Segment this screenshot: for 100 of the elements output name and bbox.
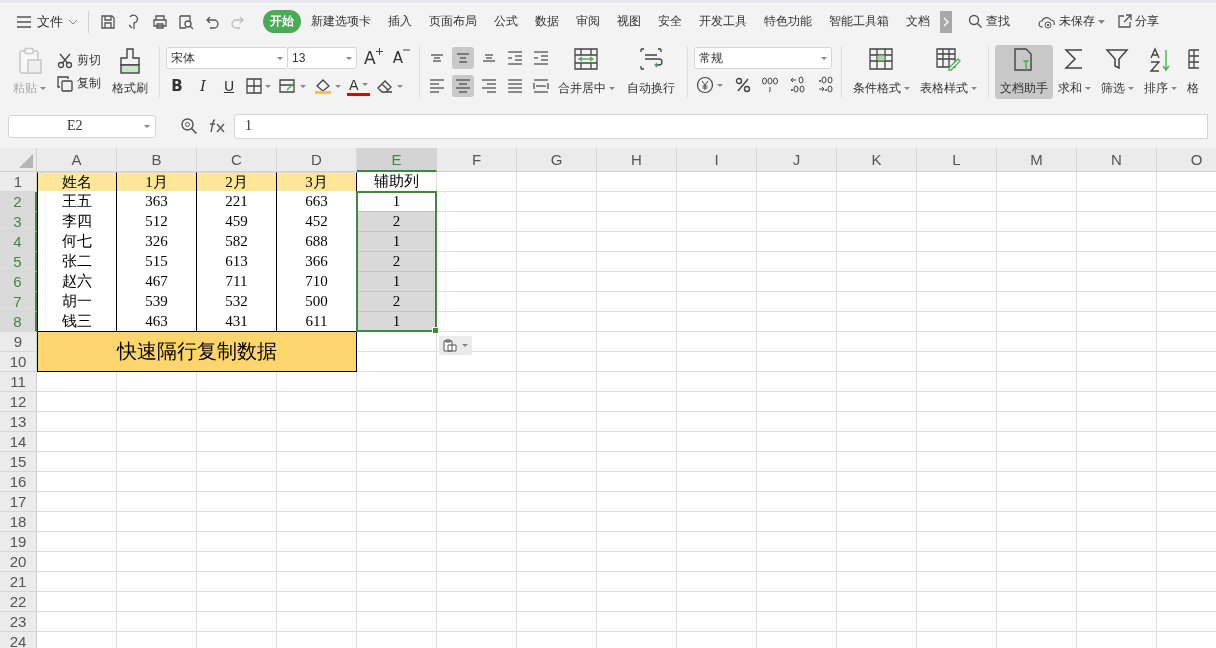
row-header[interactable]: 23 — [0, 612, 37, 632]
row-header[interactable]: 21 — [0, 572, 37, 592]
table-cell: 326 — [117, 231, 197, 252]
table-icon — [1186, 47, 1199, 71]
save-status-button[interactable]: 未保存 — [1038, 13, 1105, 30]
text-style-button[interactable]: I — [192, 77, 214, 95]
menu-tab[interactable]: 新建选项卡 — [304, 10, 378, 33]
fill-color-button[interactable] — [312, 77, 343, 95]
name-box[interactable]: E2 — [8, 114, 156, 138]
decrease-font-button[interactable]: A — [389, 49, 413, 67]
align-center-icon — [454, 79, 471, 93]
decrease-decimal-icon[interactable] — [816, 76, 835, 94]
borders-icon — [246, 78, 262, 94]
menu-tab[interactable]: 页面布局 — [422, 10, 484, 33]
column-header[interactable]: M — [997, 148, 1077, 172]
row-header[interactable]: 17 — [0, 492, 37, 512]
column-header[interactable]: K — [837, 148, 917, 172]
row-header[interactable]: 14 — [0, 432, 37, 452]
menu-tab[interactable]: 文档 — [899, 10, 937, 33]
zoom-icon[interactable] — [180, 117, 198, 135]
table-cell: 613 — [197, 251, 277, 272]
table-cell: 711 — [197, 271, 277, 292]
row-header[interactable]: 20 — [0, 552, 37, 572]
conditional-button[interactable]: 条件格式 — [847, 45, 915, 99]
column-header[interactable]: A — [37, 148, 117, 172]
formula-input[interactable]: 1 — [234, 113, 1208, 139]
column-header[interactable]: O — [1157, 148, 1216, 172]
align-right-icon — [480, 79, 497, 93]
save-icon[interactable] — [100, 13, 116, 30]
align-middle-button[interactable] — [451, 47, 474, 69]
menu-tab[interactable]: 审阅 — [569, 10, 607, 33]
merge-center-button[interactable]: 合并居中 — [551, 45, 621, 99]
increase-decimal-icon[interactable] — [788, 76, 807, 94]
align-left-icon — [428, 79, 445, 93]
align-center-button[interactable] — [451, 75, 474, 97]
font-name-dropdown[interactable]: 宋体 — [166, 47, 288, 69]
column-header[interactable]: I — [677, 148, 757, 172]
sum-button[interactable]: 求和 — [1052, 45, 1096, 99]
cut-button[interactable]: 剪切 — [57, 52, 101, 69]
row-header[interactable]: 19 — [0, 532, 37, 552]
row-header[interactable]: 9 — [0, 332, 37, 352]
funnel-icon — [1105, 47, 1130, 71]
wrap-text-button[interactable]: 自动换行 — [620, 45, 681, 99]
format-painter-button[interactable]: 格式刷 — [107, 45, 153, 99]
search-button[interactable]: 查找 — [968, 13, 1010, 30]
menu-tab[interactable]: 公式 — [487, 10, 525, 33]
share-icon — [1117, 14, 1132, 29]
row-header[interactable]: 11 — [0, 372, 37, 392]
menu-tab[interactable]: 智能工具箱 — [822, 10, 896, 33]
number-format-dropdown[interactable]: 常规 — [693, 47, 832, 69]
function-icon[interactable] — [208, 119, 226, 133]
row-header[interactable]: 24 — [0, 632, 37, 648]
table-cell: 李四 — [37, 211, 117, 232]
paste-options-button[interactable] — [439, 336, 472, 355]
print-icon[interactable] — [152, 13, 168, 30]
menu-tab[interactable]: 开发工具 — [692, 10, 754, 33]
row-header[interactable]: 13 — [0, 412, 37, 432]
row-header[interactable]: 22 — [0, 592, 37, 612]
text-style-button[interactable]: U — [218, 78, 240, 94]
row-header[interactable]: 10 — [0, 352, 37, 372]
column-header[interactable]: B — [117, 148, 197, 172]
menu-tab[interactable]: 视图 — [610, 10, 648, 33]
font-size-dropdown[interactable]: 13 — [287, 47, 357, 69]
row-header[interactable]: 18 — [0, 512, 37, 532]
column-header[interactable]: L — [917, 148, 997, 172]
thousands-separator-icon[interactable] — [760, 77, 779, 93]
filter-button[interactable]: 筛选 — [1095, 45, 1139, 99]
menu-tab[interactable]: 特色功能 — [757, 10, 819, 33]
percent-icon[interactable] — [734, 77, 751, 93]
borders-button[interactable] — [244, 78, 273, 94]
column-header[interactable]: F — [437, 148, 517, 172]
format-button[interactable]: 格 — [1181, 45, 1204, 99]
column-header[interactable]: G — [517, 148, 597, 172]
row-header[interactable]: 1 — [0, 172, 37, 192]
cell-format-button[interactable] — [277, 78, 308, 94]
share-button[interactable]: 分享 — [1117, 13, 1159, 30]
row-header[interactable]: 12 — [0, 392, 37, 412]
menu-tab[interactable]: 插入 — [381, 10, 419, 33]
column-header[interactable]: C — [197, 148, 277, 172]
table-cell: 467 — [117, 271, 197, 292]
column-header[interactable]: D — [277, 148, 357, 172]
font-color-button[interactable]: A — [347, 76, 370, 96]
sort-button[interactable]: 排序 — [1138, 45, 1182, 99]
copy-button[interactable]: 复制 — [57, 75, 101, 92]
print-preview-icon[interactable] — [178, 13, 194, 30]
menu-tab[interactable]: 安全 — [651, 10, 689, 33]
column-header[interactable]: N — [1077, 148, 1157, 172]
increase-font-button[interactable]: A — [361, 48, 386, 68]
column-header[interactable]: H — [597, 148, 677, 172]
align-middle-icon — [455, 53, 470, 63]
row-header[interactable]: 16 — [0, 472, 37, 492]
text-style-button[interactable]: B — [166, 77, 188, 95]
file-menu-button[interactable]: 文件 — [12, 10, 82, 33]
menu-tab[interactable]: 数据 — [528, 10, 566, 33]
table-cell: 363 — [117, 191, 197, 212]
column-header[interactable]: J — [757, 148, 837, 172]
header-cell: 2月 — [197, 172, 277, 192]
row-header[interactable]: 15 — [0, 452, 37, 472]
table-style-button[interactable]: 表格样式 — [914, 45, 982, 99]
assistant-button[interactable]: 文档助手 — [994, 45, 1053, 99]
